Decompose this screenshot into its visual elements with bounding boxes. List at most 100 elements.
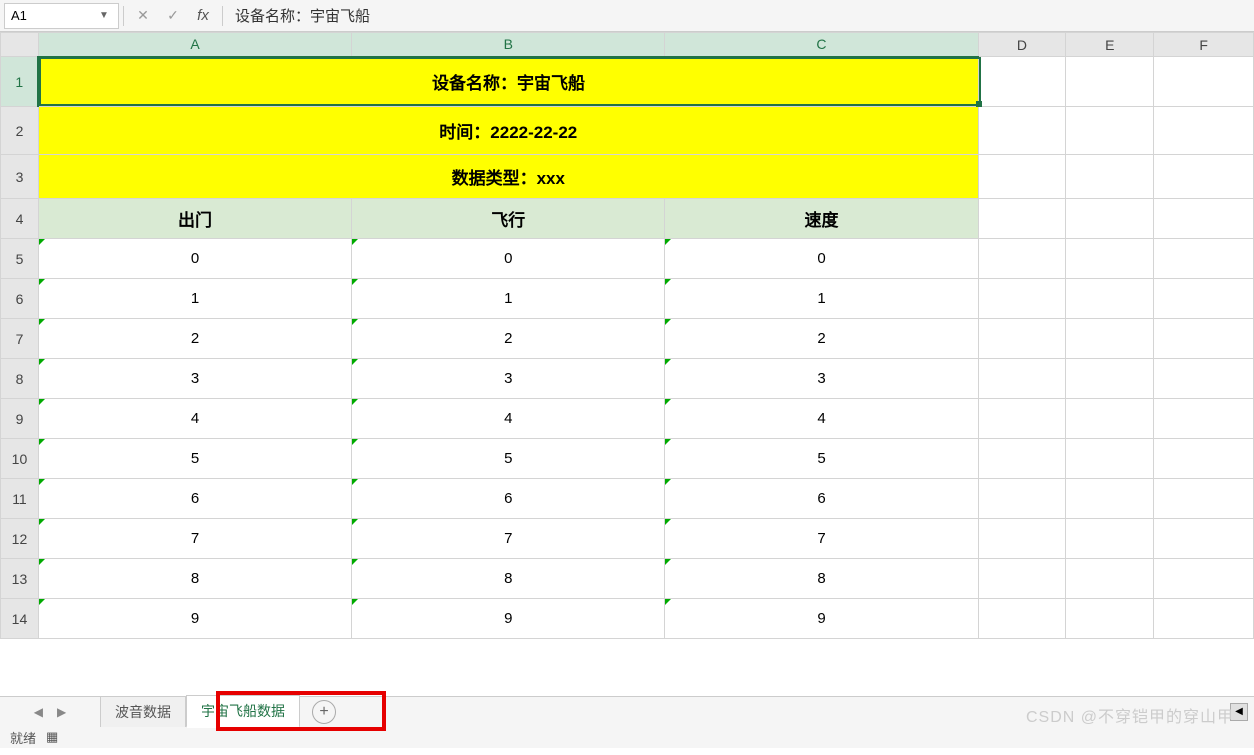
cell[interactable]: [1154, 479, 1254, 519]
cell[interactable]: [1154, 107, 1254, 155]
data-cell[interactable]: 7: [38, 519, 351, 559]
row-header[interactable]: 1: [1, 57, 39, 107]
data-cell[interactable]: 4: [352, 399, 665, 439]
data-cell[interactable]: 4: [665, 399, 978, 439]
cell[interactable]: [1154, 599, 1254, 639]
chevron-down-icon[interactable]: ▼: [96, 10, 112, 21]
col-header-C[interactable]: C: [665, 33, 978, 57]
data-cell[interactable]: 0: [352, 239, 665, 279]
sheet-tab-2[interactable]: 宇宙飞船数据: [186, 695, 300, 728]
data-cell[interactable]: 5: [665, 439, 978, 479]
row-header[interactable]: 6: [1, 279, 39, 319]
row-header[interactable]: 2: [1, 107, 39, 155]
sheet-tab-1[interactable]: 波音数据: [100, 696, 186, 727]
cell[interactable]: [1066, 57, 1154, 107]
cell[interactable]: [978, 559, 1066, 599]
data-cell[interactable]: 6: [665, 479, 978, 519]
merged-cell[interactable]: 数据类型：xxx: [38, 155, 978, 199]
row-header[interactable]: 12: [1, 519, 39, 559]
col-header-A[interactable]: A: [38, 33, 351, 57]
cell[interactable]: [1066, 599, 1154, 639]
column-header-cell[interactable]: 速度: [665, 199, 978, 239]
cell[interactable]: [1066, 399, 1154, 439]
data-cell[interactable]: 7: [665, 519, 978, 559]
cell[interactable]: [1066, 479, 1154, 519]
col-header-B[interactable]: B: [352, 33, 665, 57]
data-cell[interactable]: 2: [665, 319, 978, 359]
data-cell[interactable]: 8: [352, 559, 665, 599]
cell[interactable]: [1066, 107, 1154, 155]
cell[interactable]: [978, 155, 1066, 199]
data-cell[interactable]: 3: [352, 359, 665, 399]
cell[interactable]: [978, 239, 1066, 279]
cell[interactable]: [1154, 559, 1254, 599]
cell[interactable]: [1066, 239, 1154, 279]
data-cell[interactable]: 3: [665, 359, 978, 399]
cell[interactable]: [1154, 319, 1254, 359]
add-sheet-button[interactable]: +: [312, 700, 336, 724]
cell[interactable]: [1154, 239, 1254, 279]
data-cell[interactable]: 2: [352, 319, 665, 359]
cell[interactable]: [1066, 519, 1154, 559]
col-header-D[interactable]: D: [978, 33, 1066, 57]
cell[interactable]: [978, 319, 1066, 359]
cell[interactable]: [978, 199, 1066, 239]
cell[interactable]: [978, 519, 1066, 559]
data-cell[interactable]: 5: [38, 439, 351, 479]
row-header[interactable]: 11: [1, 479, 39, 519]
data-cell[interactable]: 5: [352, 439, 665, 479]
nav-prev-icon[interactable]: ◀: [34, 705, 43, 719]
cell[interactable]: [978, 359, 1066, 399]
cell[interactable]: [978, 479, 1066, 519]
formula-input[interactable]: 设备名称：宇宙飞船: [227, 3, 1254, 29]
data-cell[interactable]: 0: [38, 239, 351, 279]
data-cell[interactable]: 9: [665, 599, 978, 639]
data-cell[interactable]: 8: [38, 559, 351, 599]
data-cell[interactable]: 7: [352, 519, 665, 559]
cell[interactable]: [1066, 439, 1154, 479]
column-header-cell[interactable]: 出门: [38, 199, 351, 239]
cell[interactable]: [1066, 199, 1154, 239]
data-cell[interactable]: 1: [352, 279, 665, 319]
cancel-icon[interactable]: ✕: [128, 7, 158, 24]
cell[interactable]: [1066, 359, 1154, 399]
row-header[interactable]: 8: [1, 359, 39, 399]
row-header[interactable]: 4: [1, 199, 39, 239]
row-header[interactable]: 14: [1, 599, 39, 639]
row-header[interactable]: 9: [1, 399, 39, 439]
cell[interactable]: [978, 399, 1066, 439]
data-cell[interactable]: 4: [38, 399, 351, 439]
cell[interactable]: [1066, 279, 1154, 319]
row-header[interactable]: 7: [1, 319, 39, 359]
cell[interactable]: [1066, 155, 1154, 199]
cell[interactable]: [1154, 199, 1254, 239]
data-cell[interactable]: 6: [352, 479, 665, 519]
spreadsheet-grid[interactable]: ABCDEF1设备名称：宇宙飞船2时间：2222-22-223数据类型：xxx4…: [0, 32, 1254, 696]
cell[interactable]: [1154, 399, 1254, 439]
cell[interactable]: [1154, 439, 1254, 479]
data-cell[interactable]: 9: [38, 599, 351, 639]
name-box[interactable]: A1 ▼: [4, 3, 119, 29]
data-cell[interactable]: 9: [352, 599, 665, 639]
data-cell[interactable]: 6: [38, 479, 351, 519]
data-cell[interactable]: 1: [665, 279, 978, 319]
cell[interactable]: [978, 439, 1066, 479]
row-header[interactable]: 3: [1, 155, 39, 199]
data-cell[interactable]: 3: [38, 359, 351, 399]
select-all-corner[interactable]: [1, 33, 39, 57]
cell[interactable]: [1154, 57, 1254, 107]
confirm-icon[interactable]: ✓: [158, 7, 188, 24]
cell[interactable]: [1066, 559, 1154, 599]
col-header-E[interactable]: E: [1066, 33, 1154, 57]
column-header-cell[interactable]: 飞行: [352, 199, 665, 239]
row-header[interactable]: 13: [1, 559, 39, 599]
merged-cell[interactable]: 设备名称：宇宙飞船: [38, 57, 978, 107]
cell[interactable]: [978, 279, 1066, 319]
cell[interactable]: [1154, 155, 1254, 199]
cell[interactable]: [978, 107, 1066, 155]
scroll-left-icon[interactable]: ◀: [1230, 703, 1248, 721]
data-cell[interactable]: 8: [665, 559, 978, 599]
cell[interactable]: [978, 599, 1066, 639]
merged-cell[interactable]: 时间：2222-22-22: [38, 107, 978, 155]
row-header[interactable]: 5: [1, 239, 39, 279]
